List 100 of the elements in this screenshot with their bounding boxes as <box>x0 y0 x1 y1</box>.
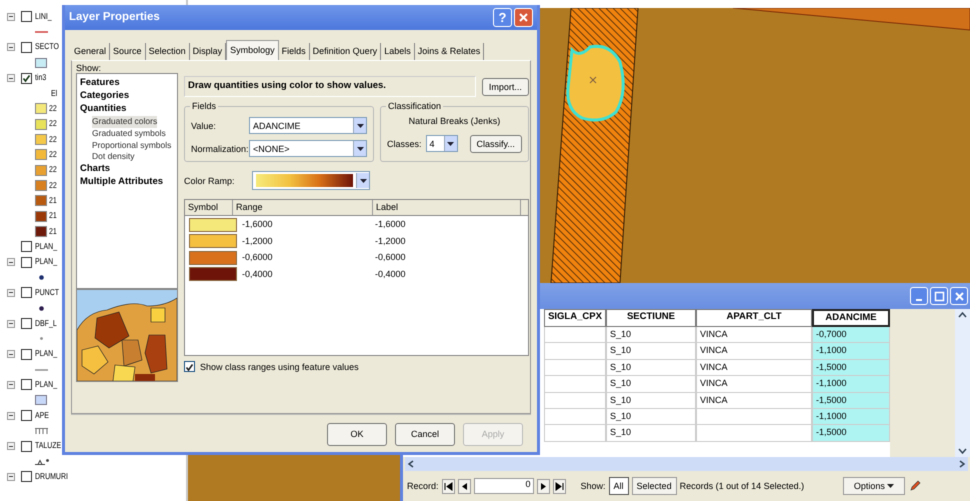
show-toggle[interactable]: All <box>608 476 629 496</box>
group-label: Classification <box>386 101 444 112</box>
dialog-button[interactable]: OK <box>327 423 387 446</box>
tab[interactable]: Joins & Relates <box>414 43 484 60</box>
column-header[interactable]: SECTIUNE <box>606 309 696 327</box>
horizontal-scrollbar[interactable] <box>405 457 968 471</box>
column-header[interactable]: SIGLA_CPX <box>544 309 606 327</box>
layer-name: TALUZE <box>35 441 62 452</box>
collapse-icon[interactable] <box>7 258 15 266</box>
range-text: -0,6000 <box>242 252 274 263</box>
layer-checkbox[interactable] <box>21 440 32 452</box>
column-header[interactable]: ADANCIME <box>812 309 890 327</box>
next-record-button[interactable] <box>536 478 550 494</box>
tab[interactable]: Symbology <box>226 40 279 60</box>
layer-checkbox[interactable] <box>21 72 32 84</box>
column-header[interactable]: APART_CLT <box>696 309 812 327</box>
dialog-button[interactable]: Cancel <box>395 423 455 446</box>
collapse-icon[interactable] <box>7 74 15 82</box>
tree-item[interactable]: Dot density <box>92 151 135 164</box>
normalization-dropdown[interactable]: <NONE> <box>249 140 367 158</box>
first-record-button[interactable] <box>442 478 455 494</box>
layer-checkbox[interactable] <box>21 11 32 22</box>
previous-record-button[interactable] <box>458 478 471 494</box>
tree-item[interactable]: Categories <box>80 90 130 104</box>
layer-checkbox[interactable] <box>21 318 32 330</box>
tree-item[interactable]: Features <box>80 77 120 90</box>
tree-item[interactable]: Proportional symbols <box>92 140 172 152</box>
tab[interactable]: Definition Query <box>310 43 382 60</box>
collapse-icon[interactable] <box>7 320 15 328</box>
range-text: -0,4000 <box>242 268 274 280</box>
first-icon <box>444 482 453 490</box>
classify-button[interactable]: Classify... <box>470 134 522 153</box>
color-ramp-dropdown[interactable] <box>252 171 370 190</box>
range-text: -1,2000 <box>242 236 274 246</box>
tab[interactable]: Source <box>110 43 146 60</box>
collapse-icon[interactable] <box>7 380 15 389</box>
layer-checkbox[interactable] <box>21 42 32 53</box>
table-cell <box>544 376 606 393</box>
maximize-button[interactable] <box>930 287 948 305</box>
vertical-scrollbar[interactable] <box>955 309 970 457</box>
range-text: -1,6000 <box>242 219 274 230</box>
collapse-icon[interactable] <box>7 350 15 358</box>
tree-item[interactable]: Quantities <box>80 103 126 116</box>
show-label: Show: <box>76 63 102 74</box>
tab[interactable]: Labels <box>381 43 415 60</box>
tree-item[interactable]: Charts <box>80 163 110 176</box>
last-icon <box>554 482 564 490</box>
value-dropdown[interactable]: ADANCIME <box>249 117 367 134</box>
layer-checkbox[interactable] <box>21 410 32 422</box>
layer-checkbox[interactable] <box>21 379 32 390</box>
dropdown-arrow-icon <box>356 124 364 128</box>
options-button[interactable]: Options <box>843 476 906 496</box>
tab[interactable]: General <box>71 43 110 60</box>
tab[interactable]: Fields <box>278 43 310 60</box>
tree-item[interactable]: Graduated colors <box>92 116 158 128</box>
table-cell: S_10 <box>606 360 696 376</box>
import-button[interactable]: Import... <box>482 78 529 96</box>
column-header: Range <box>233 200 373 216</box>
pencil-icon[interactable] <box>908 479 922 493</box>
table-cell <box>544 408 606 426</box>
last-record-button[interactable] <box>552 478 566 494</box>
close-button[interactable] <box>514 8 533 27</box>
minimize-button[interactable] <box>910 287 928 305</box>
classes-dropdown[interactable]: 4 <box>426 135 458 152</box>
layer-name: tin3 <box>35 73 46 83</box>
layer-name: PLAN_ <box>35 349 58 360</box>
dropdown-arrow-icon <box>356 146 364 151</box>
method-text: Natural Breaks (Jenks) <box>408 116 502 127</box>
layer-name: PLAN_ <box>35 242 58 252</box>
collapse-icon[interactable] <box>7 412 15 420</box>
layer-checkbox[interactable] <box>21 241 32 252</box>
layer-checkbox[interactable] <box>21 471 32 482</box>
record-field[interactable]: 0 <box>474 478 534 494</box>
table-cell: -0,7000 <box>812 327 890 344</box>
collapse-icon[interactable] <box>7 12 15 21</box>
table-cell: -1,1000 <box>812 376 890 393</box>
legend-label: 22 <box>49 180 57 190</box>
table-cell <box>544 360 606 376</box>
minimize-icon <box>916 298 922 300</box>
collapse-icon[interactable] <box>7 472 15 481</box>
layer-name: SECTO <box>35 42 59 52</box>
tree-item[interactable]: Multiple Attributes <box>80 176 164 190</box>
legend-label: 22 <box>49 150 57 160</box>
window-title: Layer Properties <box>69 10 161 24</box>
table-cell: S_10 <box>606 425 696 442</box>
label-text: -1,6000 <box>375 219 406 230</box>
layer-checkbox[interactable] <box>21 348 32 360</box>
checkbox[interactable] <box>184 361 195 372</box>
layer-name: PUNCT <box>35 288 59 298</box>
collapse-icon[interactable] <box>7 288 15 297</box>
layer-checkbox[interactable] <box>21 287 32 298</box>
legend-label: 22 <box>49 134 57 144</box>
table-cell: S_10 <box>606 408 696 426</box>
field-label: Normalization: <box>191 144 249 154</box>
collapse-icon[interactable] <box>7 43 15 52</box>
layer-checkbox[interactable] <box>21 256 32 268</box>
show-toggle[interactable]: Selected <box>632 476 677 496</box>
tree-item[interactable]: Graduated symbols <box>92 128 166 140</box>
tab[interactable]: Selection <box>146 43 190 60</box>
collapse-icon[interactable] <box>7 442 15 450</box>
